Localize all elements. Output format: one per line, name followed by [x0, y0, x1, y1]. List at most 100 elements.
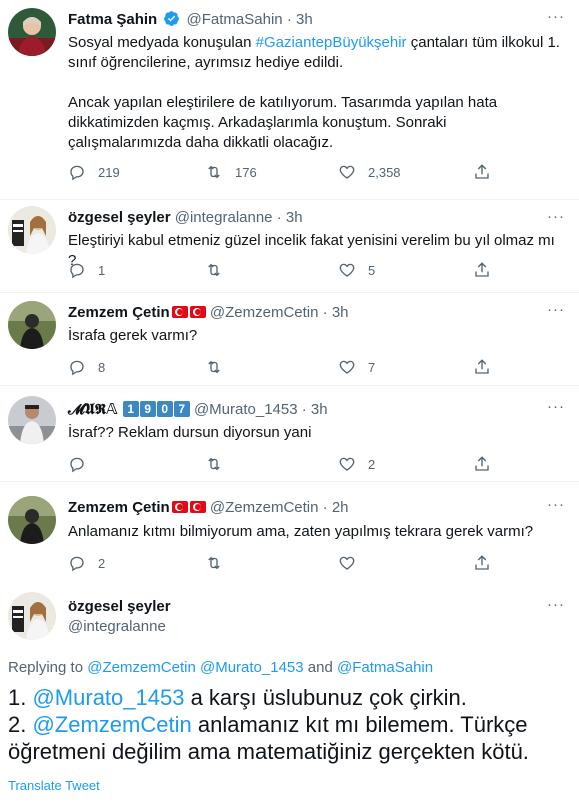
tweet-time[interactable]: 3h: [332, 304, 349, 321]
tweet-reply[interactable]: 𝓜𝖀𝕽𝔸 1907 @Murato_1453 · 3h ··· İsraf?? …: [0, 386, 579, 482]
share-icon: [475, 262, 489, 277]
reply-button[interactable]: 1: [68, 261, 105, 279]
author-name[interactable]: Zemzem Çetin: [68, 499, 170, 516]
avatar[interactable]: [8, 206, 56, 254]
more-options-icon[interactable]: ···: [547, 209, 565, 224]
tweet-actions: 219 176 2,358: [68, 163, 498, 183]
share-button[interactable]: [473, 455, 491, 473]
retweet-icon: [208, 360, 220, 374]
reply-button[interactable]: 219: [68, 163, 120, 181]
author-name[interactable]: 𝓜𝖀𝕽𝔸: [68, 401, 118, 418]
author-name[interactable]: Fatma Şahin: [68, 11, 157, 28]
tweet-text: İsraf?? Reklam dursun diyorsun yani: [68, 424, 312, 441]
retweet-icon: [208, 165, 220, 179]
heart-icon: [339, 556, 355, 570]
author-handle[interactable]: @Murato_1453: [194, 401, 298, 418]
share-icon: [475, 164, 489, 179]
author-handle[interactable]: @integralanne: [175, 209, 273, 226]
replying-to: Replying to @ZemzemCetin @Murato_1453 an…: [8, 659, 434, 676]
tweet-time[interactable]: 3h: [311, 401, 328, 418]
retweet-button[interactable]: 176: [205, 163, 257, 181]
name-digit: 0: [156, 401, 173, 417]
tweet-header: Fatma Şahin @FatmaSahin · 3h: [68, 10, 313, 33]
share-icon: [475, 456, 489, 471]
author-handle[interactable]: @integralanne: [68, 617, 171, 637]
author-handle[interactable]: @ZemzemCetin: [210, 304, 319, 321]
like-button[interactable]: 2: [338, 455, 375, 473]
author-handle[interactable]: @ZemzemCetin: [210, 499, 319, 516]
retweet-icon: [208, 263, 220, 277]
name-digit: 9: [139, 401, 156, 417]
tweet-actions: 1 5: [68, 261, 498, 281]
more-options-icon[interactable]: ···: [547, 399, 565, 414]
hashtag-link[interactable]: #GaziantepBüyükşehir: [256, 34, 407, 51]
share-button[interactable]: [473, 163, 491, 181]
author-block: özgesel şeyler @integralanne: [68, 597, 171, 637]
tweet-reply[interactable]: Zemzem Çetin @ZemzemCetin · 2h ··· Anlam…: [0, 482, 579, 582]
reply-button[interactable]: 8: [68, 358, 105, 376]
like-button[interactable]: 5: [338, 261, 375, 279]
tweet-text: İsrafa gerek varmı?: [68, 327, 198, 344]
avatar[interactable]: [8, 8, 56, 56]
heart-icon: [339, 165, 355, 179]
translate-tweet-link[interactable]: Translate Tweet: [8, 778, 100, 793]
retweet-button[interactable]: [205, 455, 235, 473]
tweet-fatma-sahin[interactable]: Fatma Şahin @FatmaSahin · 3h ··· Sosyal …: [0, 0, 579, 200]
like-button[interactable]: 7: [338, 358, 375, 376]
avatar[interactable]: [8, 496, 56, 544]
more-options-icon[interactable]: ···: [547, 497, 565, 512]
turkey-flag-icon: [189, 306, 206, 318]
avatar[interactable]: [8, 592, 56, 640]
tweet-actions: 8 7: [68, 358, 498, 378]
mention-link[interactable]: @FatmaSahin: [337, 659, 433, 676]
reply-icon: [70, 165, 84, 181]
tweet-reply[interactable]: özgesel şeyler @integralanne · 3h ··· El…: [0, 200, 579, 293]
reply-icon: [70, 457, 84, 473]
tweet-header: Zemzem Çetin @ZemzemCetin · 3h: [68, 304, 349, 321]
reply-button[interactable]: [68, 455, 98, 473]
tweet-time[interactable]: 2h: [332, 499, 349, 516]
tweet-time[interactable]: 3h: [286, 209, 303, 226]
reply-button[interactable]: 2: [68, 554, 105, 572]
retweet-button[interactable]: [205, 358, 235, 376]
more-options-icon[interactable]: ···: [547, 9, 565, 24]
tweet-actions: 2: [68, 455, 498, 475]
mention-link[interactable]: @Murato_1453: [200, 659, 304, 676]
text-line: 2. @ZemzemCetin anlamanız kıt mı bilemem…: [8, 712, 529, 764]
author-name[interactable]: özgesel şeyler: [68, 597, 171, 617]
retweet-button[interactable]: [205, 554, 235, 572]
mention-link[interactable]: @ZemzemCetin: [32, 712, 191, 737]
turkey-flag-icon: [171, 501, 188, 513]
retweet-icon: [208, 556, 220, 570]
like-button[interactable]: 2,358: [338, 163, 401, 181]
heart-icon: [339, 263, 355, 277]
tweet-text: Sosyal medyada konuşulan #GaziantepBüyük…: [68, 34, 560, 151]
like-button[interactable]: [338, 554, 368, 572]
tweet-reply[interactable]: Zemzem Çetin @ZemzemCetin · 3h ··· İsraf…: [0, 293, 579, 386]
tweet-time[interactable]: 3h: [296, 11, 313, 28]
reply-icon: [70, 263, 84, 279]
heart-icon: [339, 457, 355, 471]
mention-link[interactable]: @Murato_1453: [32, 685, 184, 710]
heart-icon: [339, 360, 355, 374]
name-digit: 1: [122, 401, 139, 417]
more-options-icon[interactable]: ···: [547, 597, 565, 612]
reply-icon: [70, 360, 84, 376]
avatar[interactable]: [8, 301, 56, 349]
mention-link[interactable]: @ZemzemCetin: [87, 659, 196, 676]
reply-icon: [70, 556, 84, 572]
share-icon: [475, 555, 489, 570]
author-handle[interactable]: @FatmaSahin: [187, 11, 283, 28]
tweet-header: özgesel şeyler @integralanne · 3h: [68, 209, 303, 226]
main-tweet-text: 1. @Murato_1453 a karşı üslubunuz çok çi…: [8, 684, 573, 765]
share-button[interactable]: [473, 261, 491, 279]
name-digit: 7: [173, 401, 190, 417]
more-options-icon[interactable]: ···: [547, 302, 565, 317]
retweet-button[interactable]: [205, 261, 235, 279]
share-button[interactable]: [473, 358, 491, 376]
tweet-actions: 2: [68, 554, 498, 574]
avatar[interactable]: [8, 396, 56, 444]
share-button[interactable]: [473, 554, 491, 572]
author-name[interactable]: özgesel şeyler: [68, 209, 171, 226]
author-name[interactable]: Zemzem Çetin: [68, 304, 170, 321]
